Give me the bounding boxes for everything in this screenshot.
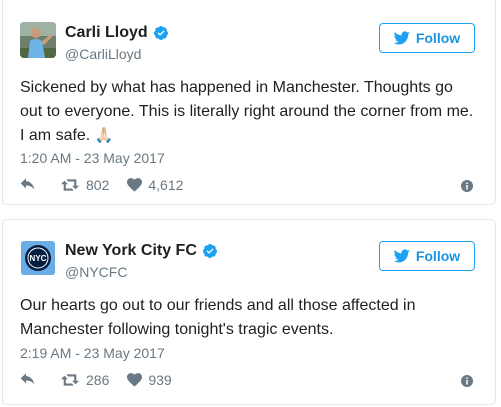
tweet-text-line: out to everyone. This is literally right… (20, 103, 474, 120)
like-count: 939 (148, 372, 172, 388)
twitter-bird-icon (393, 31, 410, 45)
heart-icon (127, 178, 143, 192)
timestamp[interactable]: 1:20 AM - 23 May 2017 (20, 149, 165, 167)
retweet-icon (60, 179, 80, 191)
follow-button[interactable]: Follow (379, 241, 475, 271)
info-icon[interactable] (461, 375, 473, 387)
praying-hands-emoji: 🙏🏻 (94, 127, 114, 144)
svg-text:NYC: NYC (30, 254, 47, 263)
tweet-card: Carli Lloyd @CarliLloyd Follow Sickened … (2, 0, 496, 205)
follow-button[interactable]: Follow (379, 23, 475, 53)
retweet-icon (60, 374, 80, 386)
action-bar: 802 4,612 (20, 177, 201, 193)
tweet-text: Our hearts go out to our friends and all… (20, 294, 490, 342)
retweet-count: 802 (86, 177, 110, 193)
reply-icon (20, 178, 35, 190)
verified-badge-icon (153, 26, 168, 40)
avatar[interactable]: NYC (20, 240, 56, 276)
verified-badge-icon (202, 244, 217, 258)
nycfc-crest-icon: NYC (20, 240, 56, 276)
action-bar: 286 939 (20, 372, 190, 388)
tweet-text-line: Manchester following tonight's tragic ev… (20, 321, 334, 338)
reply-icon (20, 373, 35, 385)
follow-label: Follow (415, 248, 461, 264)
timestamp[interactable]: 2:19 AM - 23 May 2017 (20, 344, 165, 362)
reply-button[interactable] (20, 373, 42, 387)
tweet-text-segment: I am safe. (20, 127, 91, 144)
soccer-player-photo-icon (20, 22, 56, 58)
like-button[interactable]: 4,612 (127, 177, 183, 193)
tweet-card: NYC New York City FC @NYCFC Follow Our h… (2, 219, 496, 405)
retweet-button[interactable]: 802 (60, 177, 109, 193)
retweet-button[interactable]: 286 (60, 372, 109, 388)
name-row: New York City FC (65, 241, 218, 261)
display-name[interactable]: Carli Lloyd (65, 23, 148, 43)
like-button[interactable]: 939 (127, 372, 172, 388)
display-name[interactable]: New York City FC (65, 241, 197, 261)
twitter-bird-icon (393, 249, 410, 263)
info-icon[interactable] (461, 180, 473, 192)
handle[interactable]: @CarliLloyd (65, 45, 141, 63)
tweet-text: Sickened by what has happened in Manches… (20, 76, 490, 148)
avatar[interactable] (20, 22, 56, 58)
like-count: 4,612 (148, 177, 184, 193)
handle[interactable]: @NYCFC (65, 263, 127, 281)
follow-label: Follow (415, 30, 461, 46)
reply-button[interactable] (20, 178, 42, 192)
tweet-text-line: I am safe. 🙏🏻 (20, 124, 490, 148)
tweet-text-line: Sickened by what has happened in Manches… (20, 79, 453, 96)
tweet-text-line: Our hearts go out to our friends and all… (20, 297, 416, 314)
retweet-count: 286 (86, 372, 110, 388)
heart-icon (127, 373, 143, 387)
name-row: Carli Lloyd (65, 23, 169, 43)
